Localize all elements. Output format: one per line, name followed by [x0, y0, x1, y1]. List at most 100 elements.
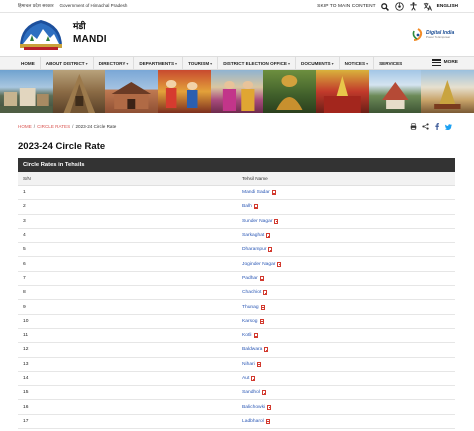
nav-item-tourism[interactable]: TOURISM ▾ — [183, 57, 219, 69]
row-serial-number: 13 — [23, 361, 29, 367]
breadcrumb-circle-rates-link[interactable]: CIRCLE RATES — [37, 124, 70, 129]
table-caption: Circle Rates in Tehsils — [18, 158, 455, 172]
row-tehsil-cell: Chachiot — [237, 290, 455, 296]
pdf-icon[interactable] — [259, 318, 264, 324]
breadcrumb-separator: / — [72, 124, 74, 129]
tehsil-document-link[interactable]: Thunag — [242, 305, 259, 310]
pdf-icon[interactable] — [266, 233, 271, 239]
tehsil-document-link[interactable]: Chachiot — [242, 290, 261, 295]
nav-item-services[interactable]: SERVICES — [374, 57, 407, 69]
table-row: 12 Baldwara — [18, 343, 455, 358]
row-tehsil-cell: Padhar — [237, 275, 455, 281]
tehsil-document-link[interactable]: Joginder Nagar — [242, 262, 275, 267]
nav-item-district-election-office[interactable]: DISTRICT ELECTION OFFICE ▾ — [218, 57, 297, 69]
table-row: 1 Mandi Sadar — [18, 186, 455, 201]
tehsil-document-link[interactable]: Sarkaghat — [242, 233, 264, 238]
pdf-icon[interactable] — [277, 261, 282, 267]
circle-rates-table: Circle Rates in Tehsils S/N Tehsil Name … — [18, 158, 455, 430]
nav-item-documents[interactable]: DOCUMENTS ▾ — [296, 57, 340, 69]
row-tehsil-cell: Karsog — [237, 318, 455, 324]
nav-item-directory[interactable]: DIRECTORY ▾ — [94, 57, 135, 69]
facebook-icon[interactable] — [434, 123, 440, 132]
tehsil-document-link[interactable]: Aut — [242, 376, 249, 381]
language-icon[interactable] — [423, 2, 432, 11]
pdf-icon[interactable] — [259, 275, 264, 281]
tehsil-document-link[interactable]: Sandhol — [242, 390, 260, 395]
tehsil-document-link[interactable]: Mandi Sadar — [242, 190, 270, 195]
tehsil-document-link[interactable]: Baldwara — [242, 347, 262, 352]
table-row: 2 Balh — [18, 200, 455, 215]
banner-image-strip — [0, 70, 474, 113]
table-row: 14 Aut — [18, 372, 455, 387]
banner-image-hill-temple — [368, 70, 422, 113]
nav-item-notices[interactable]: NOTICES ▾ — [340, 57, 375, 69]
pdf-icon[interactable] — [253, 204, 258, 210]
site-title[interactable]: MANDI — [73, 34, 107, 45]
tehsil-document-link[interactable]: Padhar — [242, 276, 258, 281]
pdf-icon[interactable] — [271, 190, 276, 196]
pdf-icon[interactable] — [261, 390, 266, 396]
nav-item-about-district[interactable]: ABOUT DISTRICT ▾ — [41, 57, 94, 69]
digital-india-logo[interactable]: Digital India Power To Empower — [412, 25, 458, 45]
pdf-icon[interactable] — [267, 404, 272, 410]
pdf-icon[interactable] — [263, 290, 268, 296]
tehsil-document-link[interactable]: Balh — [242, 204, 252, 209]
hamburger-icon — [431, 59, 441, 66]
language-selector[interactable]: ENGLISH — [437, 4, 458, 9]
tehsil-document-link[interactable]: Dharampur — [242, 247, 266, 252]
tehsil-document-link[interactable]: Ladbharol — [242, 419, 264, 424]
pdf-icon[interactable] — [268, 247, 273, 253]
nav-item-departments[interactable]: DEPARTMENTS ▾ — [134, 57, 184, 69]
himachal-emblem-logo[interactable] — [18, 17, 64, 51]
chevron-down-icon: ▾ — [85, 60, 88, 66]
table-row: 4 Sarkaghat — [18, 229, 455, 244]
tehsil-document-link[interactable]: Kotli — [242, 333, 252, 338]
tehsil-document-link[interactable]: Karsog — [242, 319, 258, 324]
table-row: 10 Karsog — [18, 315, 455, 329]
row-serial-number: 11 — [23, 333, 29, 339]
share-icon[interactable] — [422, 123, 429, 132]
pdf-icon[interactable] — [265, 418, 270, 424]
breadcrumb-home-link[interactable]: HOME — [18, 124, 32, 129]
page-title: 2023-24 Circle Rate — [18, 141, 106, 152]
sitemap-icon[interactable] — [394, 2, 404, 11]
tehsil-document-link[interactable]: Nihari — [242, 362, 255, 367]
table-row: 3 Sunder Nagar — [18, 214, 455, 229]
table-row: 17 Ladbharol — [18, 414, 455, 430]
table-body: 1 Mandi Sadar 2 Balh 3 Sunder Nagar 4 Sarkaghat… — [18, 186, 455, 430]
table-header-row: S/N Tehsil Name — [18, 172, 455, 186]
pdf-icon[interactable] — [264, 347, 269, 353]
row-tehsil-cell: Mandi Sadar — [237, 190, 455, 196]
pdf-icon[interactable] — [251, 376, 256, 381]
row-tehsil-cell: Thunag — [237, 304, 455, 310]
banner-image-chariot — [421, 70, 474, 113]
row-tehsil-cell: Balh — [237, 204, 455, 210]
pdf-icon[interactable] — [260, 304, 265, 310]
accessibility-icon[interactable] — [409, 2, 418, 11]
row-tehsil-cell: Sunder Nagar — [237, 218, 455, 224]
banner-image-temple-carving — [52, 70, 106, 113]
table-row: 9 Thunag — [18, 300, 455, 315]
tehsil-document-link[interactable]: Sunder Nagar — [242, 219, 272, 224]
breadcrumb-separator: / — [33, 124, 36, 129]
nav-item-home[interactable]: HOME — [16, 57, 41, 69]
more-label: MORE — [443, 60, 458, 65]
table-row: 5 Dharampur — [18, 243, 455, 258]
banner-image-palace — [105, 70, 159, 113]
chevron-down-icon: ▾ — [210, 60, 213, 66]
banner-image-dancers — [158, 70, 211, 113]
table-row: 6 Joginder Nagar — [18, 257, 455, 272]
skip-to-main-content-link[interactable]: SKIP TO MAIN CONTENT — [317, 4, 376, 9]
pdf-icon[interactable] — [274, 218, 279, 224]
row-tehsil-cell: Dharampur — [237, 247, 455, 253]
print-icon[interactable] — [410, 123, 417, 132]
banner-image-women-traditional — [210, 70, 264, 113]
pdf-icon[interactable] — [253, 333, 258, 339]
main-navigation: HOME ABOUT DISTRICT ▾ DIRECTORY ▾ DEPARTME… — [0, 56, 474, 70]
search-icon[interactable] — [381, 2, 390, 11]
pdf-icon[interactable] — [256, 361, 261, 367]
twitter-icon[interactable] — [444, 123, 452, 132]
row-serial-number: 6 — [23, 261, 26, 267]
tehsil-document-link[interactable]: Balichowki — [242, 405, 265, 410]
more-menu-button[interactable]: MORE — [431, 59, 458, 66]
